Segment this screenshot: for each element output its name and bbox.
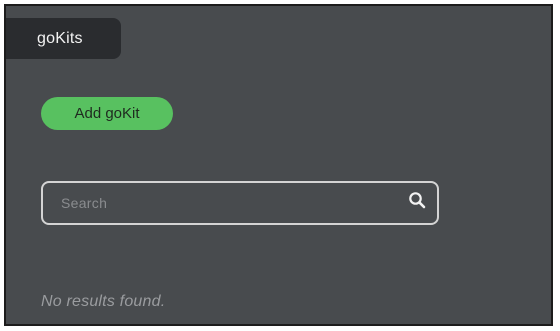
search-icon[interactable] (407, 190, 427, 210)
add-gokit-button-label: Add goKit (74, 105, 140, 122)
empty-results-message: No results found. (41, 293, 166, 310)
search-field[interactable] (41, 181, 439, 225)
add-gokit-button[interactable]: Add goKit (41, 97, 173, 130)
gokits-panel: goKits Add goKit No results found. (4, 4, 553, 326)
search-input[interactable] (61, 195, 407, 211)
tab-gokits[interactable]: goKits (6, 18, 121, 59)
tab-label: goKits (37, 29, 83, 47)
